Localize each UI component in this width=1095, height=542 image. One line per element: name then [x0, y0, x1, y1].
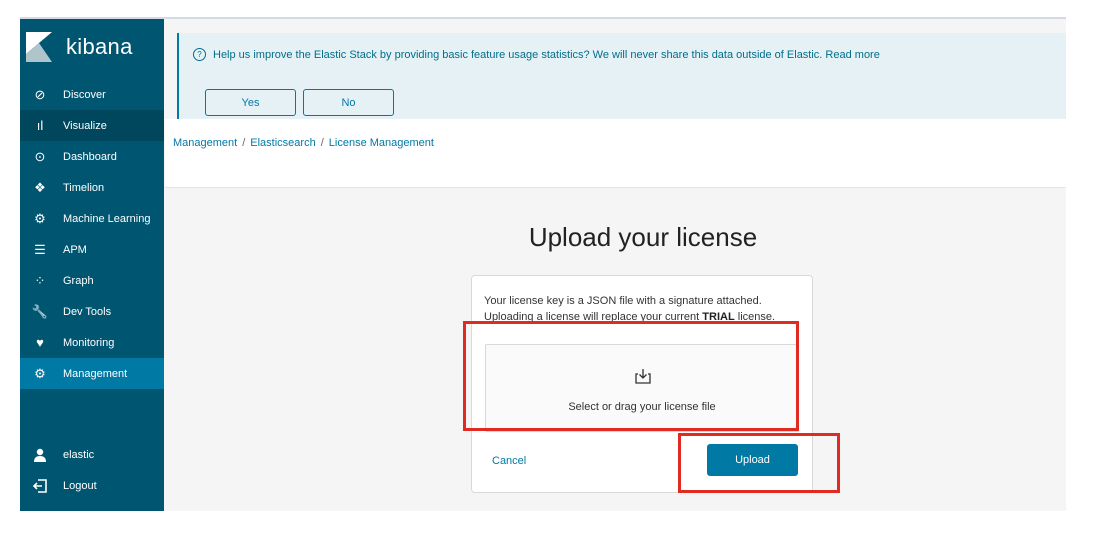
- user-section: elastic Logout: [20, 439, 164, 501]
- user-menu[interactable]: elastic: [20, 439, 164, 470]
- license-file-dropzone[interactable]: Select or drag your license file: [485, 344, 799, 432]
- apm-icon: ☰: [34, 241, 46, 257]
- description-text: Uploading a license will replace your cu…: [484, 311, 700, 323]
- breadcrumb-bar: Management / Elasticsearch / License Managem…: [165, 119, 1066, 188]
- telemetry-banner: ? Help us improve the Elastic Stack by p…: [177, 33, 1066, 119]
- sidebar-item-dev-tools[interactable]: 🔧 Dev Tools: [20, 296, 164, 327]
- sidebar-item-label: Graph: [63, 274, 94, 287]
- compass-icon: ⊘: [34, 86, 46, 102]
- upload-license-panel: Your license key is a JSON file with a s…: [471, 275, 813, 493]
- breadcrumb-separator: /: [320, 137, 324, 149]
- sidebar-item-label: Dashboard: [63, 150, 117, 163]
- app-name: kibana: [66, 34, 133, 59]
- logout-button[interactable]: Logout: [20, 470, 164, 501]
- download-tray-icon: [635, 369, 651, 384]
- description-suffix: license.: [737, 311, 776, 323]
- sidebar-item-dashboard[interactable]: ⊙ Dashboard: [20, 141, 164, 172]
- cancel-link[interactable]: Cancel: [492, 455, 526, 467]
- description-line-1: Your license key is a JSON file with a s…: [484, 295, 762, 307]
- heartbeat-icon: ♥: [36, 335, 44, 350]
- upload-button[interactable]: Upload: [707, 444, 798, 476]
- kibana-logo[interactable]: kibana: [26, 29, 133, 65]
- wrench-icon: 🔧: [31, 303, 49, 319]
- sidebar-item-management[interactable]: ⚙ Management: [20, 358, 164, 389]
- yes-button[interactable]: Yes: [205, 89, 296, 116]
- sidebar-item-apm[interactable]: ☰ APM: [20, 234, 164, 265]
- kibana-logo-icon: [26, 32, 52, 62]
- license-description: Your license key is a JSON file with a s…: [484, 293, 804, 325]
- dropzone-label: Select or drag your license file: [568, 401, 716, 413]
- logout-icon: [32, 478, 48, 494]
- description-line-2: Uploading a license will replace your cu…: [484, 309, 804, 325]
- sidebar-nav: ⊘ Discover ıl Visualize ⊙ Dashboard ❖ Timeli…: [20, 79, 164, 389]
- sidebar-item-label: APM: [63, 243, 87, 256]
- gear-icon: ⚙: [34, 365, 46, 381]
- sidebar-item-label: Visualize: [63, 119, 107, 132]
- no-button[interactable]: No: [303, 89, 394, 116]
- user-icon: [32, 447, 48, 463]
- license-type: TRIAL: [702, 311, 735, 323]
- bar-chart-icon: ıl: [36, 118, 44, 133]
- machine-learning-icon: ⚙: [34, 210, 46, 226]
- sidebar-item-monitoring[interactable]: ♥ Monitoring: [20, 327, 164, 358]
- sidebar-item-machine-learning[interactable]: ⚙ Machine Learning: [20, 203, 164, 234]
- sidebar-item-graph[interactable]: ⁘ Graph: [20, 265, 164, 296]
- logout-label: Logout: [63, 479, 97, 492]
- banner-message: Help us improve the Elastic Stack by pro…: [213, 48, 880, 61]
- sidebar-item-label: Machine Learning: [63, 212, 151, 225]
- breadcrumb-license-management[interactable]: License Management: [329, 137, 434, 149]
- timelion-icon: ❖: [34, 179, 46, 195]
- breadcrumb: Management / Elasticsearch / License Managem…: [173, 137, 434, 149]
- user-name: elastic: [63, 448, 95, 461]
- sidebar-item-visualize[interactable]: ıl Visualize: [20, 110, 164, 141]
- sidebar: kibana ⊘ Discover ıl Visualize ⊙ Dashboard …: [20, 19, 164, 511]
- help-icon: ?: [193, 48, 206, 61]
- kibana-window: kibana ⊘ Discover ıl Visualize ⊙ Dashboard …: [20, 17, 1066, 511]
- sidebar-item-timelion[interactable]: ❖ Timelion: [20, 172, 164, 203]
- banner-message-row: ? Help us improve the Elastic Stack by p…: [193, 48, 880, 61]
- sidebar-item-label: Discover: [63, 88, 106, 101]
- breadcrumb-management[interactable]: Management: [173, 137, 237, 149]
- sidebar-item-label: Timelion: [63, 181, 105, 194]
- dashboard-icon: ⊙: [34, 148, 46, 164]
- main-content: ? Help us improve the Elastic Stack by p…: [165, 19, 1066, 511]
- sidebar-item-discover[interactable]: ⊘ Discover: [20, 79, 164, 110]
- breadcrumb-elasticsearch[interactable]: Elasticsearch: [250, 137, 315, 149]
- graph-icon: ⁘: [34, 272, 46, 288]
- page-title: Upload your license: [528, 222, 758, 252]
- sidebar-item-label: Management: [63, 367, 128, 380]
- breadcrumb-separator: /: [242, 137, 246, 149]
- sidebar-item-label: Dev Tools: [63, 305, 112, 318]
- sidebar-item-label: Monitoring: [63, 336, 115, 349]
